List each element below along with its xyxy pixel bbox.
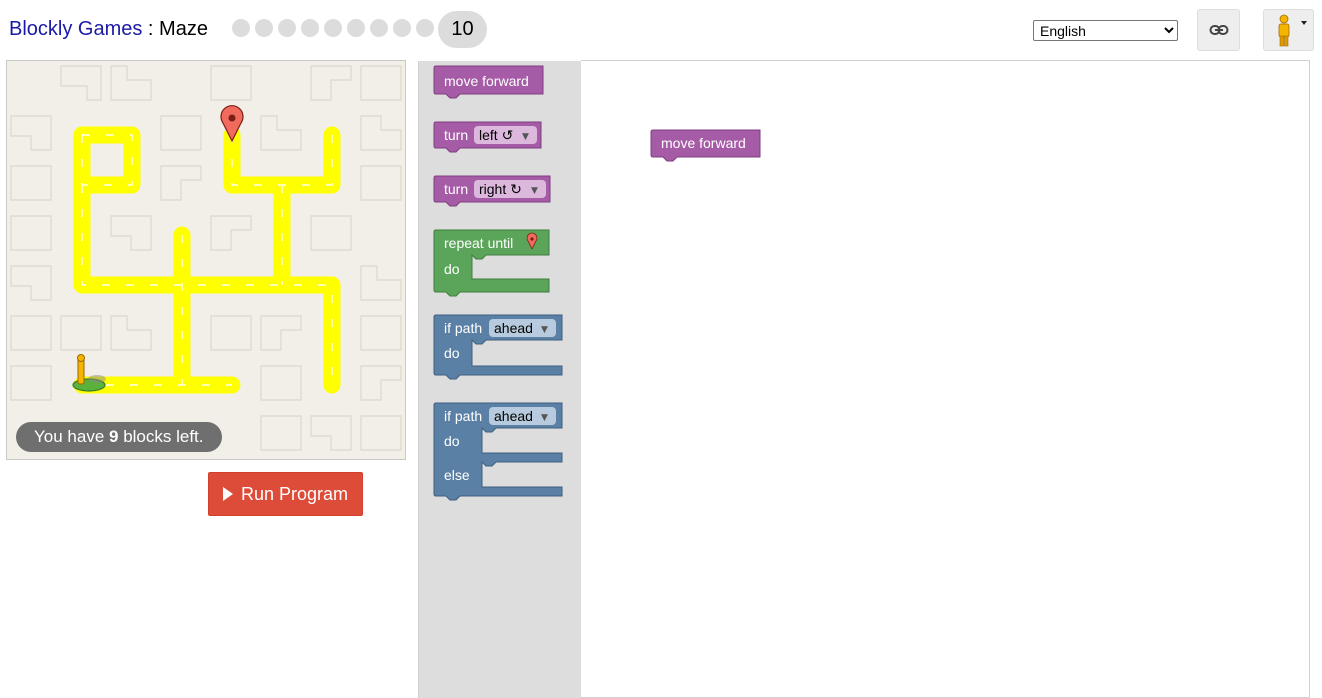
level-link[interactable] bbox=[255, 19, 273, 37]
workspace-block-move-forward[interactable]: move forward bbox=[650, 129, 761, 162]
pegman-avatar-icon bbox=[1278, 14, 1307, 47]
toolbox-block-if-path[interactable]: if path ahead ▼ do bbox=[433, 314, 563, 380]
level-link[interactable] bbox=[416, 19, 434, 37]
dropdown-arrow-icon: ▼ bbox=[531, 186, 538, 196]
run-program-label: Run Program bbox=[240, 483, 349, 504]
link-icon bbox=[1209, 25, 1228, 35]
level-link[interactable] bbox=[370, 19, 388, 37]
if-path-label: if path bbox=[444, 408, 482, 424]
turn-right-option: right ↻ bbox=[479, 181, 522, 197]
game-name: Maze bbox=[159, 18, 208, 40]
move-forward-label: move forward bbox=[444, 73, 529, 89]
page-title: Blockly Games : Maze bbox=[9, 17, 208, 41]
toolbox-blocks: move forward turn left ↺ ▼ turn right ↻ … bbox=[433, 65, 563, 501]
toolbox-block-repeat-until[interactable]: repeat until do bbox=[433, 229, 550, 297]
play-icon bbox=[222, 487, 233, 501]
level-link[interactable] bbox=[324, 19, 342, 37]
dropdown-arrow-icon: ▼ bbox=[541, 413, 548, 423]
dropdown-arrow-icon: ▼ bbox=[541, 325, 548, 335]
move-forward-label: move forward bbox=[661, 135, 746, 151]
path-option: ahead bbox=[494, 320, 533, 336]
turn-label: turn bbox=[444, 181, 468, 197]
link-button[interactable] bbox=[1197, 9, 1240, 51]
maze-path-center-lines bbox=[81, 134, 333, 386]
run-program-button[interactable]: Run Program bbox=[208, 472, 363, 516]
title-separator: : bbox=[142, 18, 160, 40]
level-link[interactable] bbox=[301, 19, 319, 37]
level-link[interactable] bbox=[278, 19, 296, 37]
toolbox-block-if-else-path[interactable]: if path ahead ▼ do else bbox=[433, 402, 563, 501]
capacity-message: You have 9 blocks left. bbox=[16, 422, 222, 452]
toolbox-block-turn-left[interactable]: turn left ↺ ▼ bbox=[433, 121, 542, 153]
dropdown-arrow-icon: ▼ bbox=[522, 132, 529, 142]
level-link[interactable] bbox=[347, 19, 365, 37]
maze-canvas bbox=[6, 60, 406, 460]
if-path-label: if path bbox=[444, 320, 482, 336]
do-label: do bbox=[444, 345, 460, 361]
else-label: else bbox=[444, 467, 470, 483]
pegman-icon bbox=[72, 354, 106, 392]
path-option: ahead bbox=[494, 408, 533, 424]
toolbox-block-turn-right[interactable]: turn right ↻ ▼ bbox=[433, 175, 551, 207]
app-name-link[interactable]: Blockly Games bbox=[9, 18, 142, 40]
do-label: do bbox=[444, 261, 460, 277]
turn-label: turn bbox=[444, 127, 468, 143]
level-link[interactable] bbox=[232, 19, 250, 37]
do-label: do bbox=[444, 433, 460, 449]
repeat-until-label: repeat until bbox=[444, 235, 513, 251]
turn-left-option: left ↺ bbox=[479, 127, 513, 143]
workspace-blocks: move forward bbox=[650, 129, 761, 162]
level-link[interactable] bbox=[393, 19, 411, 37]
maze-path bbox=[73, 126, 341, 394]
language-select[interactable]: English bbox=[1033, 20, 1178, 41]
maze-board bbox=[10, 65, 402, 451]
avatar-menu-button[interactable] bbox=[1263, 9, 1314, 51]
current-level-badge[interactable]: 10 bbox=[438, 11, 487, 48]
capacity-prefix: You have bbox=[34, 427, 109, 446]
capacity-suffix: blocks left. bbox=[118, 427, 204, 446]
toolbox-block-move-forward[interactable]: move forward bbox=[433, 65, 544, 99]
